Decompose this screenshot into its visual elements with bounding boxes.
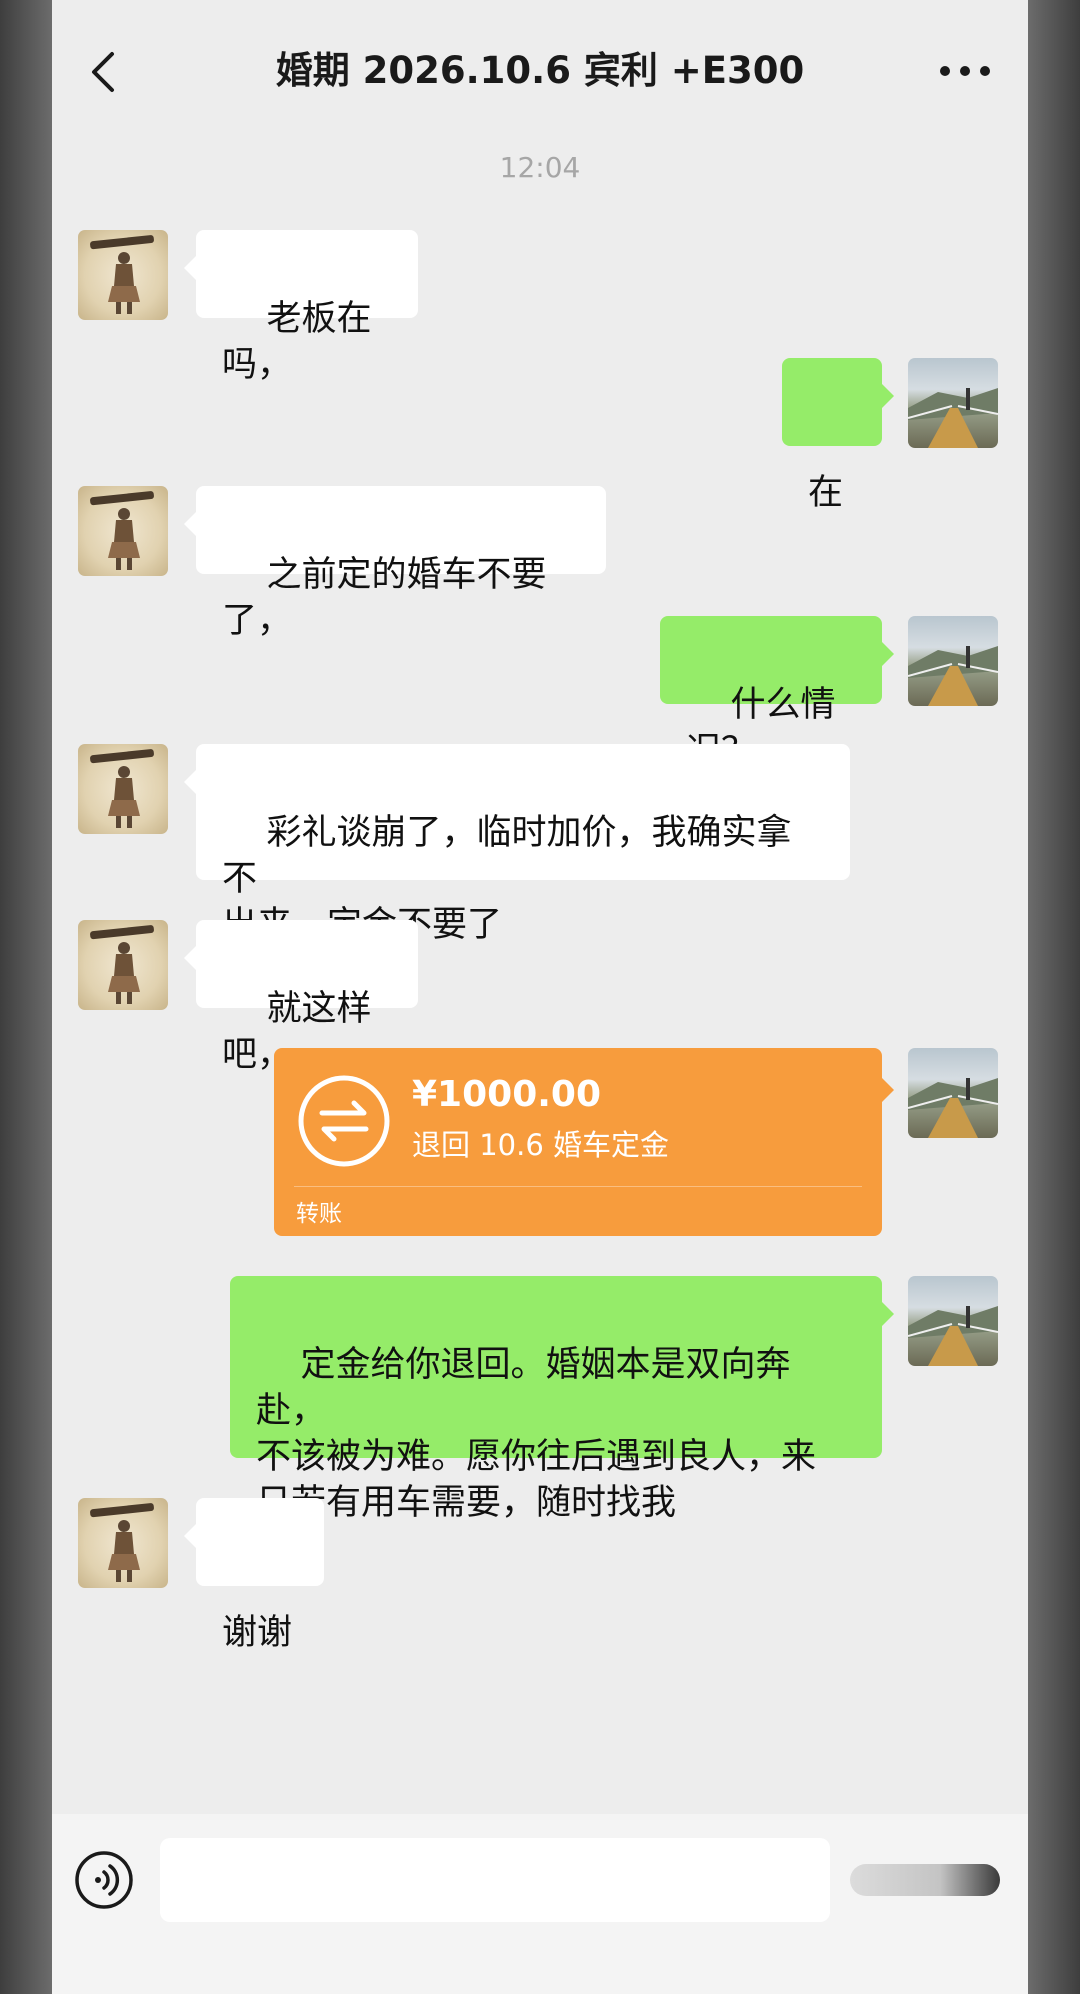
transfer-amount: ¥1000.00 [412,1074,602,1115]
transfer-card[interactable]: ¥1000.00 退回 10.6 婚车定金 转账 [274,1048,894,1236]
voice-input-icon[interactable] [74,1850,134,1910]
scenic-walkway-icon [908,646,998,706]
left-bezel [0,0,52,1994]
warrior-figure-icon [90,235,154,314]
my-avatar[interactable] [908,1048,998,1138]
contact-avatar[interactable] [78,920,168,1010]
outgoing-message: 定金给你退回。婚姻本是双向奔赴， 不该被为难。愿你往后遇到良人，来 日若有用车需… [230,1276,894,1523]
scenic-walkway-icon [908,388,998,448]
chat-header: 婚期 2026.10.6 宾利 +E300 [52,0,1028,140]
incoming-message: 彩礼谈崩了，临时加价，我确实拿不 出来，定金不要了 [184,744,850,945]
message-timestamp: 12:04 [499,151,581,184]
outgoing-message: 在 [782,358,894,513]
incoming-message: 就这样吧， [184,920,418,1075]
back-arrow-icon[interactable] [82,48,122,96]
message-input-bar [52,1814,1028,1994]
my-avatar[interactable] [908,358,998,448]
transfer-arrows-icon [298,1075,390,1167]
contact-avatar[interactable] [78,230,168,320]
chat-title: 婚期 2026.10.6 宾利 +E300 [275,49,805,92]
scenic-walkway-icon [908,1078,998,1138]
my-avatar[interactable] [908,1276,998,1366]
contact-avatar[interactable] [78,486,168,576]
message-input[interactable] [160,1838,830,1922]
contact-avatar[interactable] [78,744,168,834]
message-text: 老板在吗， [222,299,372,385]
scenic-walkway-icon [908,1306,998,1366]
my-avatar[interactable] [908,616,998,706]
contact-avatar[interactable] [78,1498,168,1588]
message-text: 在 [808,473,844,513]
warrior-figure-icon [90,749,154,828]
chat-screen: 婚期 2026.10.6 宾利 +E300 12:04 老板在吗， 在 之前定的… [52,0,1028,1994]
transfer-divider [294,1186,862,1187]
message-text: 谢谢 [222,1613,293,1653]
message-text: 之前定的婚车不要了， [222,555,547,641]
warrior-figure-icon [90,491,154,570]
incoming-message: 老板在吗， [184,230,418,385]
transfer-label: 转账 [296,1201,342,1227]
message-text: 定金给你退回。婚姻本是双向奔赴， 不该被为难。愿你往后遇到良人，来 日若有用车需… [256,1345,817,1523]
transfer-note: 退回 10.6 婚车定金 [412,1128,670,1162]
warrior-figure-icon [90,1503,154,1582]
incoming-message: 谢谢 [184,1498,324,1653]
outgoing-message: 什么情况？ [660,616,894,771]
emoji-and-more-buttons[interactable] [850,1864,1000,1896]
right-bezel [1028,0,1080,1994]
warrior-figure-icon [90,925,154,1004]
more-options-icon[interactable] [935,56,995,86]
incoming-message: 之前定的婚车不要了， [184,486,606,641]
